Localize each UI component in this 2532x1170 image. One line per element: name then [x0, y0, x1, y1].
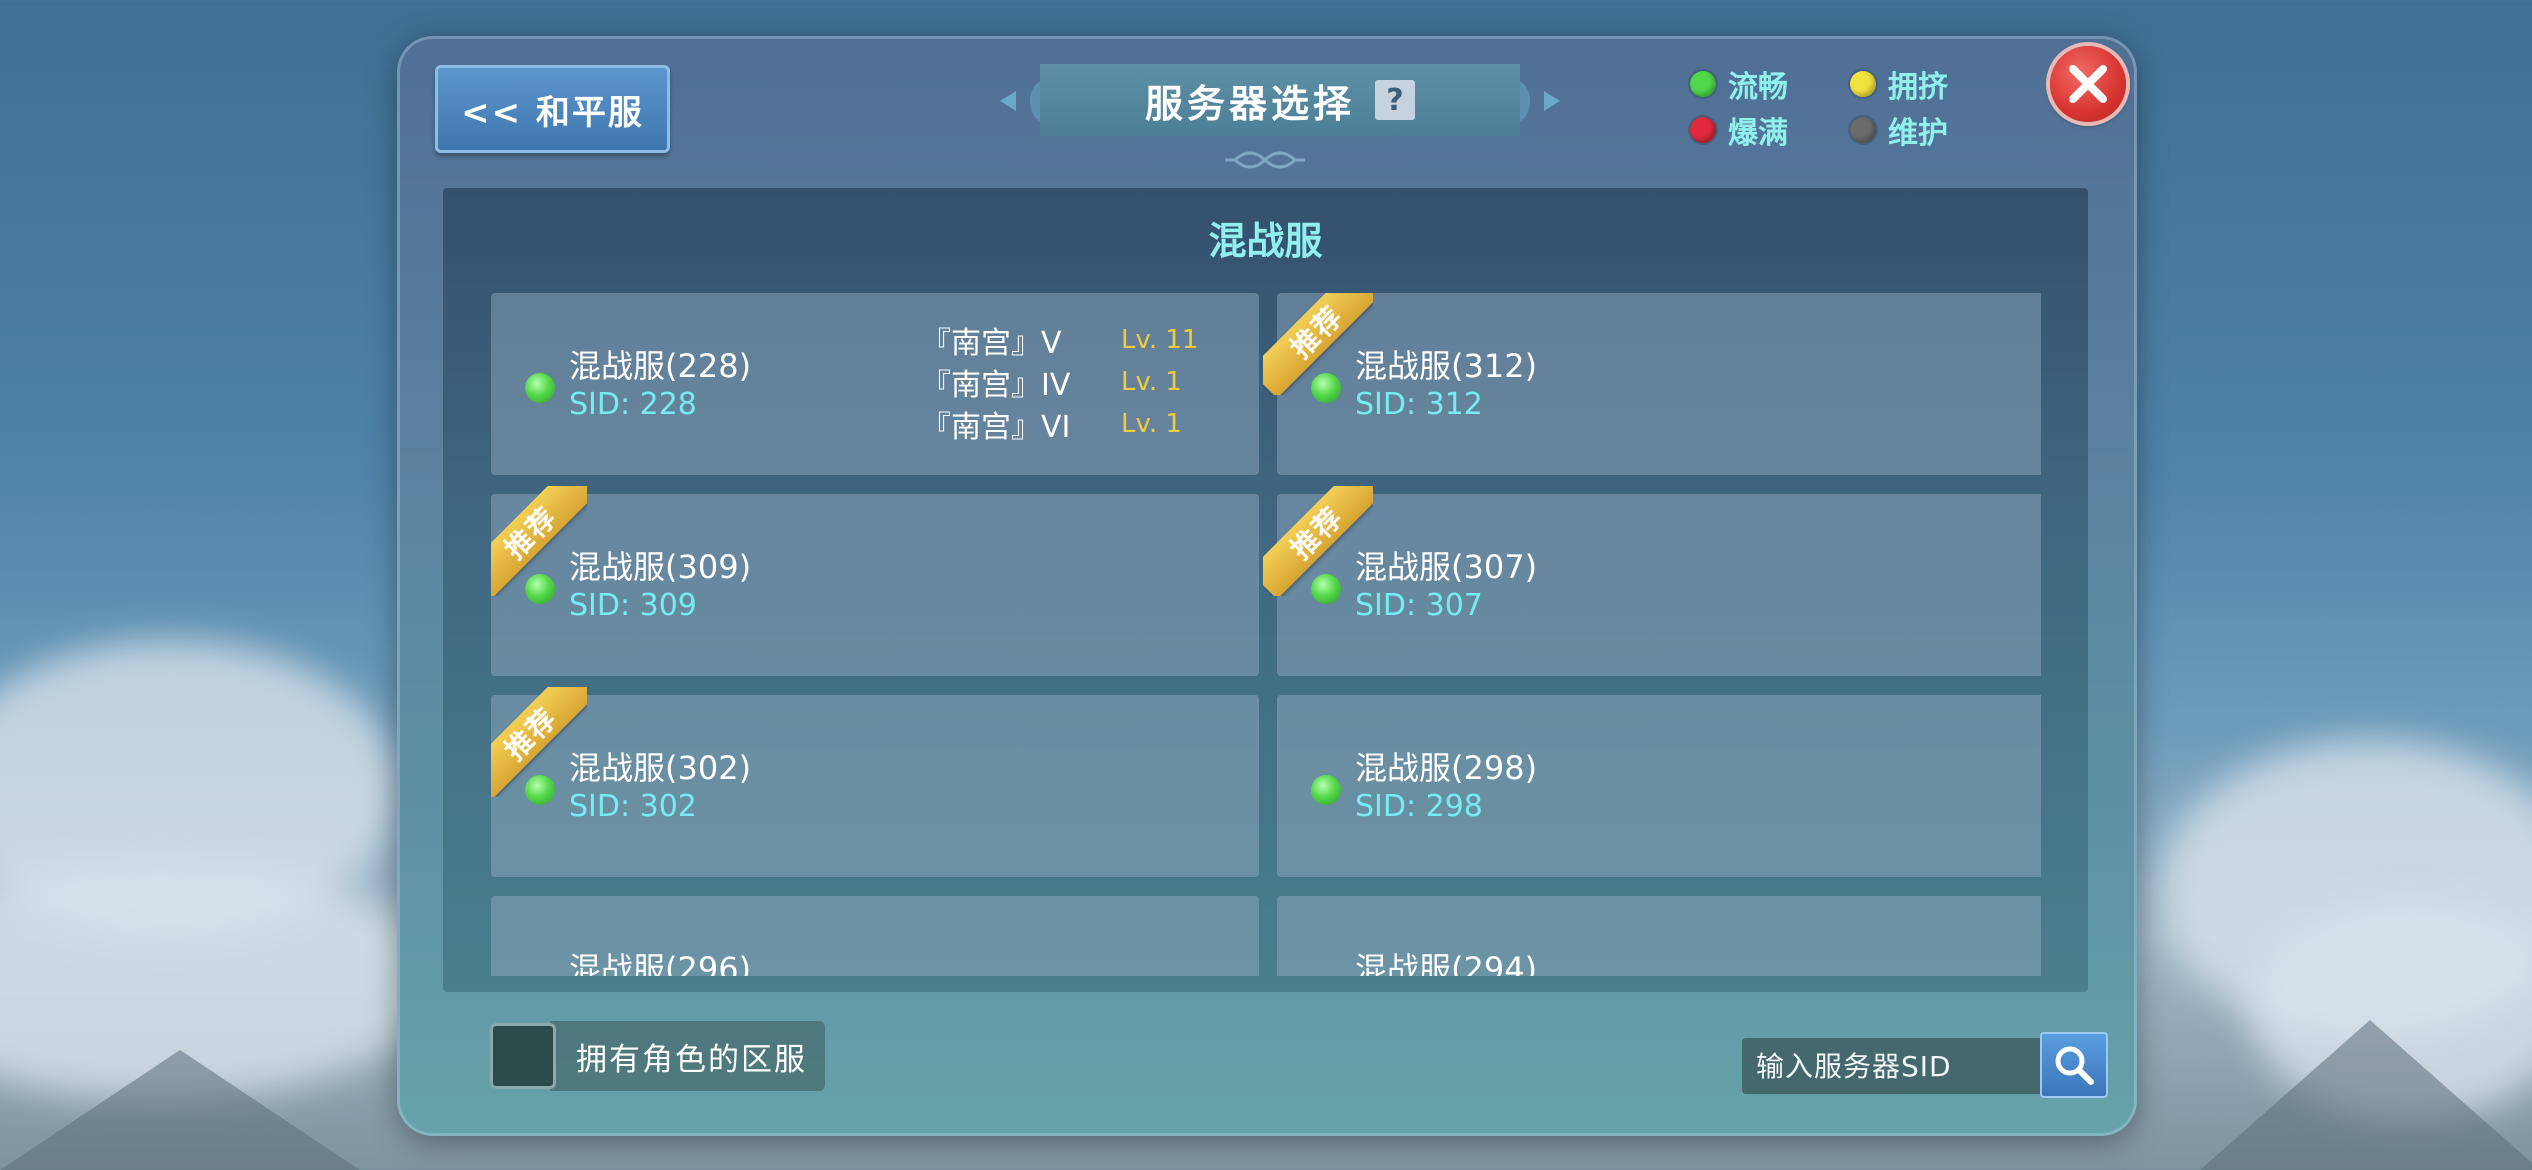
status-dot-green-icon: [525, 775, 555, 805]
server-sid: SID: 309: [569, 588, 697, 623]
owned-servers-label: 拥有角色的区服: [550, 1021, 825, 1091]
server-card[interactable]: 推荐 混战服(302) SID: 302: [491, 687, 1259, 877]
status-dot-gray-icon: [1850, 117, 1876, 143]
section-title: 混战服: [1208, 219, 1323, 263]
legend-crowded: 拥挤: [1850, 62, 1948, 106]
legend-label: 流畅: [1728, 70, 1788, 105]
status-dot-red-icon: [1690, 117, 1716, 143]
close-button[interactable]: [2050, 46, 2126, 122]
status-dot-green-icon: [525, 373, 555, 403]
server-sid-input[interactable]: [1742, 1038, 2042, 1094]
page-title: 服务器选择: [1144, 81, 1355, 126]
server-card[interactable]: 混战服(298) SID: 298: [1277, 695, 2041, 877]
role-row: 『南宫』IV Lv. 1: [921, 361, 1221, 403]
search-button[interactable]: [2040, 1032, 2108, 1098]
status-dot-green-icon: [1311, 775, 1341, 805]
help-icon[interactable]: ?: [1375, 80, 1415, 120]
role-level: Lv. 1: [1121, 367, 1182, 397]
status-dot-green-icon: [1311, 373, 1341, 403]
owned-servers-toggle[interactable]: 拥有角色的区服: [490, 1021, 825, 1091]
server-name: 混战服(228): [569, 347, 752, 385]
server-card[interactable]: 推荐 混战服(307) SID: 307: [1263, 486, 2041, 676]
owned-servers-checkbox[interactable]: [490, 1023, 556, 1089]
search-icon: [2055, 1046, 2094, 1085]
server-sid: SID: 298: [1355, 789, 1483, 824]
server-grid[interactable]: 混战服(228) SID: 228 『南宫』V Lv. 11 『南宫』IV Lv…: [491, 293, 2041, 976]
server-sid: SID: 307: [1355, 588, 1483, 623]
server-name: 混战服(312): [1355, 347, 1538, 385]
server-name: 混战服(294): [1355, 950, 1538, 976]
role-level: Lv. 11: [1121, 325, 1199, 355]
server-sid: SID: 312: [1355, 387, 1483, 422]
legend-full: 爆满: [1690, 108, 1788, 152]
mountain: [2200, 1020, 2532, 1170]
title-bottom-ornament-icon: [1225, 151, 1305, 169]
mountain: [0, 1050, 360, 1170]
server-name: 混战服(298): [1355, 749, 1538, 787]
status-dot-yellow-icon: [1850, 71, 1876, 97]
server-card[interactable]: 混战服(296): [491, 896, 1259, 976]
legend-label: 维护: [1888, 116, 1948, 151]
server-list-area[interactable]: 混战服 混战服(228) SID: 228 『南宫』V Lv. 11 『南宫』I…: [443, 188, 2088, 992]
server-name: 混战服(309): [569, 548, 752, 586]
close-icon: [2069, 65, 2107, 103]
legend-label: 拥挤: [1888, 70, 1948, 105]
server-sid: SID: 228: [569, 387, 697, 422]
legend-maintenance: 维护: [1850, 108, 1948, 152]
server-name: 混战服(307): [1355, 548, 1538, 586]
server-card[interactable]: 推荐 混战服(312) SID: 312: [1263, 293, 2041, 475]
role-list: 『南宫』V Lv. 11 『南宫』IV Lv. 1 『南宫』VI Lv. 1: [921, 319, 1221, 445]
server-card[interactable]: 混战服(294): [1277, 896, 2041, 976]
status-dot-green-icon: [525, 574, 555, 604]
legend-label: 爆满: [1728, 116, 1788, 151]
server-name: 混战服(302): [569, 749, 752, 787]
role-row: 『南宫』V Lv. 11: [921, 319, 1221, 361]
legend-smooth: 流畅: [1690, 62, 1788, 106]
server-sid: SID: 302: [569, 789, 697, 824]
role-name: 『南宫』VI: [921, 410, 1071, 445]
status-dot-green-icon: [1690, 71, 1716, 97]
status-dot-green-icon: [1311, 574, 1341, 604]
server-card[interactable]: 混战服(228) SID: 228 『南宫』V Lv. 11 『南宫』IV Lv…: [491, 293, 1259, 475]
role-name: 『南宫』IV: [921, 368, 1071, 403]
server-name: 混战服(296): [569, 950, 752, 976]
role-level: Lv. 1: [1121, 409, 1182, 439]
back-button[interactable]: << 和平服: [435, 65, 670, 153]
role-name: 『南宫』V: [921, 326, 1062, 361]
server-card[interactable]: 推荐 混战服(309) SID: 309: [491, 486, 1259, 676]
role-row: 『南宫』VI Lv. 1: [921, 403, 1221, 445]
title-banner: 服务器选择 ?: [1040, 64, 1520, 136]
